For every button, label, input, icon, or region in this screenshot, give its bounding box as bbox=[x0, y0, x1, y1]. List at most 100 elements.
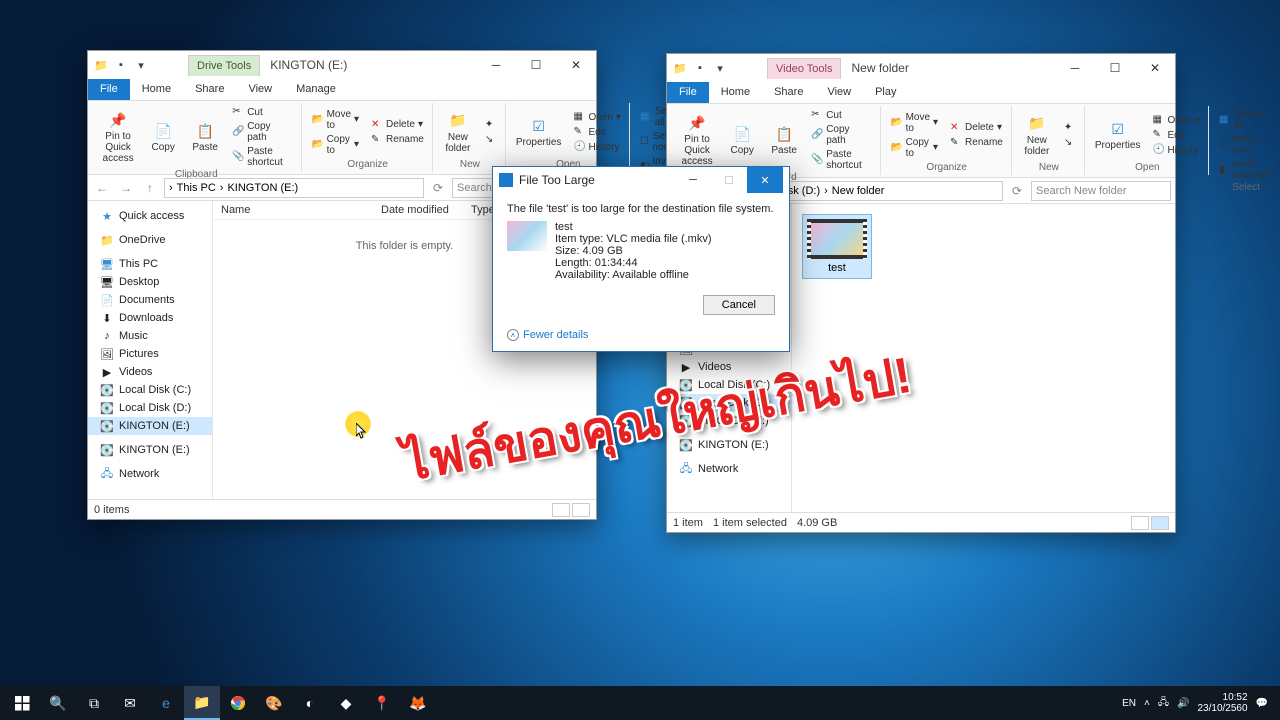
history-button[interactable]: 🕘History bbox=[569, 140, 625, 154]
nav-downloads[interactable]: ⬇Downloads bbox=[88, 309, 212, 327]
taskbar-explorer-icon[interactable]: 📁 bbox=[184, 686, 220, 720]
copy-button[interactable]: 📄Copy bbox=[723, 108, 761, 172]
copy-path-button[interactable]: 🔗Copy path bbox=[807, 123, 875, 147]
close-button[interactable]: ✕ bbox=[1135, 54, 1175, 82]
taskbar-edge-icon[interactable]: e bbox=[148, 686, 184, 720]
move-to-button[interactable]: 📂Move to▾ bbox=[887, 111, 942, 135]
nav-music[interactable]: ♪Music bbox=[88, 327, 212, 345]
cancel-button[interactable]: Cancel bbox=[703, 295, 775, 315]
copy-button[interactable]: 📄Copy bbox=[144, 105, 182, 169]
open-button[interactable]: ▦Open▾ bbox=[1148, 113, 1204, 127]
tab-file[interactable]: File bbox=[88, 79, 130, 100]
tray-notifications-icon[interactable]: 💬 bbox=[1256, 698, 1268, 709]
dialog-titlebar[interactable]: File Too Large ─ ☐ ✕ bbox=[493, 167, 789, 193]
close-button[interactable]: ✕ bbox=[556, 51, 596, 79]
up-button[interactable]: ↑ bbox=[140, 178, 160, 198]
nav-local-c[interactable]: 💽Local Disk (C:) bbox=[88, 381, 212, 399]
maximize-button[interactable]: ☐ bbox=[1095, 54, 1135, 82]
taskbar-app3-icon[interactable]: 🦊 bbox=[400, 686, 436, 720]
tray-volume-icon[interactable]: 🔊 bbox=[1177, 698, 1189, 709]
tab-view[interactable]: View bbox=[236, 79, 284, 100]
tab-view[interactable]: View bbox=[815, 82, 863, 103]
nav-network[interactable]: 🖧Network bbox=[88, 465, 212, 483]
forward-button[interactable]: → bbox=[116, 178, 136, 198]
taskbar-pin-icon[interactable]: 📍 bbox=[364, 686, 400, 720]
col-name[interactable]: Name bbox=[221, 204, 381, 216]
file-test[interactable]: test bbox=[802, 214, 872, 279]
taskbar-app2-icon[interactable]: ◆ bbox=[328, 686, 364, 720]
tray-lang[interactable]: EN bbox=[1122, 698, 1136, 709]
new-item-icon[interactable]: ✦ bbox=[481, 118, 501, 132]
new-item-icon[interactable]: ✦ bbox=[1060, 121, 1080, 135]
dialog-minimize-button[interactable]: ─ bbox=[675, 167, 711, 193]
copy-to-button[interactable]: 📂Copy to▾ bbox=[308, 133, 363, 157]
refresh-button[interactable]: ⟳ bbox=[428, 178, 448, 198]
nav-kington-e-2[interactable]: 💽KINGTON (E:) bbox=[88, 441, 212, 459]
tab-home[interactable]: Home bbox=[709, 82, 762, 103]
nav-pictures[interactable]: 🖼Pictures bbox=[88, 345, 212, 363]
copy-path-button[interactable]: 🔗Copy path bbox=[228, 120, 296, 144]
taskbar-mail-icon[interactable]: ✉ bbox=[112, 686, 148, 720]
delete-button[interactable]: ✕Delete▾ bbox=[946, 121, 1007, 135]
paste-shortcut-button[interactable]: 📎Paste shortcut bbox=[807, 148, 875, 172]
minimize-button[interactable]: ─ bbox=[1055, 54, 1095, 82]
search-input[interactable]: Search New folder bbox=[1031, 181, 1171, 201]
qat-dropdown-icon[interactable]: ▾ bbox=[713, 61, 727, 75]
start-button[interactable] bbox=[4, 686, 40, 720]
titlebar[interactable]: 📁 ▪ ▾ Video Tools New folder ─ ☐ ✕ bbox=[667, 54, 1175, 82]
invert-selection-button[interactable]: ◧Invert selection bbox=[1215, 158, 1277, 182]
nav-quick-access[interactable]: ★Quick access bbox=[88, 207, 212, 225]
select-none-button[interactable]: ☐Select none bbox=[1215, 133, 1277, 157]
pin-quick-access-button[interactable]: 📌Pin to Quick access bbox=[96, 105, 140, 169]
edit-button[interactable]: ✎Edit bbox=[569, 125, 625, 139]
easy-access-icon[interactable]: ↘ bbox=[1060, 136, 1080, 150]
view-icons-button[interactable] bbox=[1151, 516, 1169, 530]
paste-shortcut-button[interactable]: 📎Paste shortcut bbox=[228, 145, 296, 169]
cut-button[interactable]: ✂Cut bbox=[228, 105, 296, 119]
tab-file[interactable]: File bbox=[667, 82, 709, 103]
view-details-button[interactable] bbox=[552, 503, 570, 517]
breadcrumb-drive[interactable]: KINGTON (E:) bbox=[227, 182, 298, 194]
minimize-button[interactable]: ─ bbox=[476, 51, 516, 79]
taskbar-paint-icon[interactable]: 🎨 bbox=[256, 686, 292, 720]
copy-to-button[interactable]: 📂Copy to▾ bbox=[887, 136, 942, 160]
tab-play[interactable]: Play bbox=[863, 82, 908, 103]
nav-desktop[interactable]: 🖥Desktop bbox=[88, 273, 212, 291]
fewer-details-toggle[interactable]: ˄Fewer details bbox=[507, 329, 775, 341]
breadcrumb-new-folder[interactable]: New folder bbox=[832, 185, 885, 197]
edit-button[interactable]: ✎Edit bbox=[1148, 128, 1204, 142]
maximize-button[interactable]: ☐ bbox=[516, 51, 556, 79]
tray-chevron-icon[interactable]: ˄ bbox=[1144, 698, 1150, 709]
back-button[interactable]: ← bbox=[92, 178, 112, 198]
view-details-button[interactable] bbox=[1131, 516, 1149, 530]
nav-this-pc[interactable]: 🖥This PC bbox=[88, 255, 212, 273]
task-view-button[interactable]: ⧉ bbox=[76, 686, 112, 720]
properties-button[interactable]: ☑Properties bbox=[512, 105, 566, 159]
refresh-button[interactable]: ⟳ bbox=[1007, 181, 1027, 201]
nav-onedrive[interactable]: 📁OneDrive bbox=[88, 231, 212, 249]
breadcrumb-this-pc[interactable]: This PC bbox=[177, 182, 216, 194]
search-button[interactable]: 🔍 bbox=[40, 686, 76, 720]
paste-button[interactable]: 📋Paste bbox=[186, 105, 224, 169]
open-button[interactable]: ▦Open▾ bbox=[569, 110, 625, 124]
tab-manage[interactable]: Manage bbox=[284, 79, 348, 100]
contextual-tab-video-tools[interactable]: Video Tools bbox=[767, 58, 841, 79]
dialog-close-button[interactable]: ✕ bbox=[747, 167, 783, 193]
cut-button[interactable]: ✂Cut bbox=[807, 108, 875, 122]
new-folder-button[interactable]: 📁New folder bbox=[1018, 108, 1056, 162]
tray-clock[interactable]: 10:5223/10/2560 bbox=[1197, 692, 1247, 714]
dialog-maximize-button[interactable]: ☐ bbox=[711, 167, 747, 193]
paste-button[interactable]: 📋Paste bbox=[765, 108, 803, 172]
delete-button[interactable]: ✕Delete▾ bbox=[367, 118, 428, 132]
easy-access-icon[interactable]: ↘ bbox=[481, 133, 501, 147]
pin-quick-access-button[interactable]: 📌Pin to Quick access bbox=[675, 108, 719, 172]
nav-videos[interactable]: ▶Videos bbox=[88, 363, 212, 381]
nav-network[interactable]: 🖧Network bbox=[667, 460, 791, 478]
taskbar-app-icon[interactable]: ◐ bbox=[292, 686, 328, 720]
nav-documents[interactable]: 📄Documents bbox=[88, 291, 212, 309]
tab-share[interactable]: Share bbox=[762, 82, 815, 103]
taskbar-chrome-icon[interactable] bbox=[220, 686, 256, 720]
history-button[interactable]: 🕘History bbox=[1148, 143, 1204, 157]
select-all-button[interactable]: ▦Select all bbox=[1215, 108, 1277, 132]
qat-dropdown-icon[interactable]: ▾ bbox=[134, 58, 148, 72]
